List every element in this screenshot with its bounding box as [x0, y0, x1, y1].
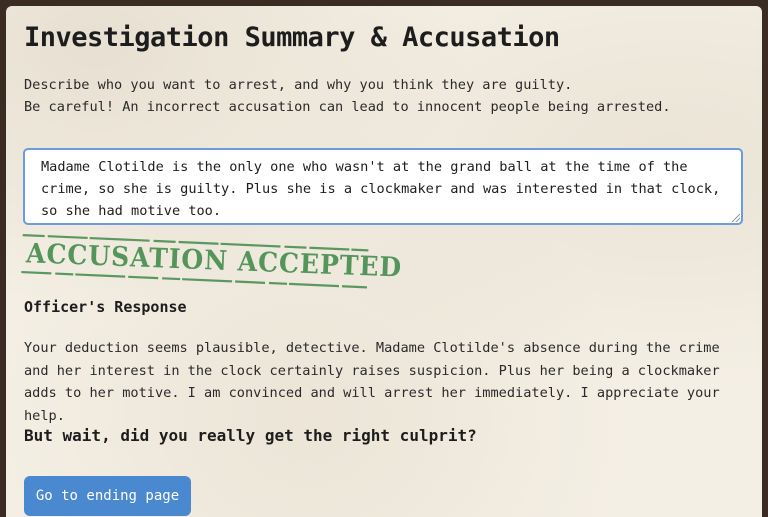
textarea-resize-handle[interactable]	[732, 214, 740, 222]
accusation-accepted-stamp: ACCUSATION ACCEPTED	[19, 232, 403, 289]
intro-line-instructions: Describe who you want to arrest, and why…	[24, 77, 573, 93]
officer-response-text: Your deduction seems plausible, detectiv…	[24, 340, 720, 424]
go-to-ending-button[interactable]: Go to ending page	[24, 476, 191, 516]
paper-panel: Investigation Summary & Accusation Descr…	[6, 6, 762, 517]
accusation-textarea[interactable]: Madame Clotilde is the only one who wasn…	[23, 148, 743, 225]
intro-line-warning: Be careful! An incorrect accusation can …	[24, 99, 671, 115]
page-title: Investigation Summary & Accusation	[24, 22, 560, 53]
culprit-question: But wait, did you really get the right c…	[24, 426, 477, 445]
intro-text: Describe who you want to arrest, and why…	[24, 74, 671, 118]
officer-response-heading: Officer's Response	[24, 298, 187, 316]
